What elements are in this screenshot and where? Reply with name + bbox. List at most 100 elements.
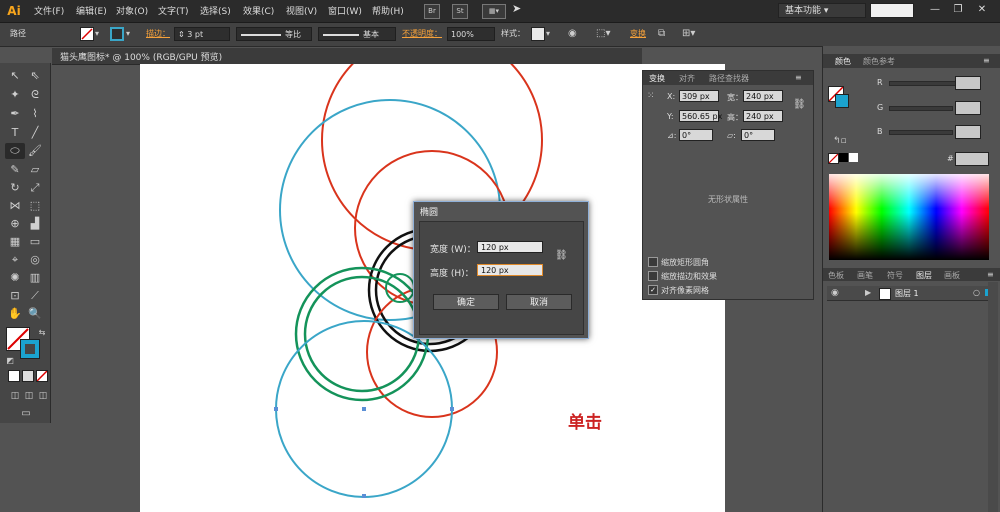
eyedropper-tool-icon[interactable]: ⌖ [7,252,23,268]
width-input[interactable]: 120 px [477,241,543,253]
menu-file[interactable]: 文件(F) [34,4,64,17]
height-input[interactable]: 120 px [477,264,543,276]
menu-window[interactable]: 窗口(W) [328,4,362,17]
y-field[interactable]: 560.65 px [679,110,722,122]
tab-brushes[interactable]: 画笔 [857,270,873,281]
anchor-left[interactable] [274,407,278,411]
default-colors-icon[interactable]: ◩ [2,353,18,369]
red-channel-field[interactable] [955,76,981,90]
free-transform-tool-icon[interactable]: ⬚ [27,198,43,214]
menu-effect[interactable]: 效果(C) [243,4,274,17]
stock-icon[interactable]: St [452,4,468,19]
ok-button[interactable]: 确定 [433,294,499,310]
arrange-documents-icon[interactable]: ▦▾ [482,4,506,19]
opacity-label[interactable]: 不透明度： [402,27,442,41]
white-color-swatch[interactable] [849,153,858,162]
tab-color-guide[interactable]: 颜色参考 [863,56,895,67]
document-tab[interactable]: 猫头鹰图标* @ 100% (RGB/GPU 预览) [52,48,642,65]
align-pixel-grid-checkbox[interactable]: ✓ [648,285,658,295]
swap-colors-icon[interactable]: ⇆ [34,325,50,341]
stroke-swatch[interactable] [110,27,124,41]
height-field[interactable]: 240 px [743,110,783,122]
options-icon[interactable]: ⊞▾ [682,27,695,41]
direct-selection-tool-icon[interactable]: ⇖ [27,68,43,84]
maximize-button[interactable]: ❐ [948,2,968,18]
mesh-tool-icon[interactable]: ▦ [7,234,23,250]
symbol-sprayer-tool-icon[interactable]: ✺ [7,270,23,286]
search-input[interactable] [870,3,914,18]
menu-select[interactable]: 选择(S) [200,4,231,17]
ellipse-tool-icon[interactable]: ⬭ [5,143,25,159]
tab-transform[interactable]: 变换 [649,73,665,84]
gradient-mode-icon[interactable] [22,370,34,382]
scale-tool-icon[interactable]: ⤢ [27,180,43,196]
layers-panel-menu-icon[interactable]: ≡ [987,270,994,279]
anchor-bottom[interactable] [362,494,366,498]
anchor-right[interactable] [450,407,454,411]
recolor-icon[interactable]: ◉ [568,27,577,41]
tab-color[interactable]: 颜色 [835,56,851,67]
target-icon[interactable]: ○ [973,288,980,297]
none-color-swatch[interactable] [828,153,839,164]
tab-symbols[interactable]: 符号 [887,270,903,281]
isolate-icon[interactable]: ⧉ [658,27,665,41]
tab-align[interactable]: 对齐 [679,73,695,84]
rotate-tool-icon[interactable]: ↻ [7,180,23,196]
center-point-handle[interactable] [362,407,366,411]
eraser-tool-icon[interactable]: ▱ [27,162,43,178]
layer-name[interactable]: 图层 1 [895,288,919,299]
stroke-label[interactable]: 描边： [146,27,170,41]
close-button[interactable]: ✕ [972,2,992,18]
stroke-color-swatch[interactable] [20,339,40,359]
green-channel-field[interactable] [955,101,981,115]
scale-corners-checkbox[interactable] [648,257,658,267]
style-dropdown-icon[interactable]: ▾ [546,27,550,41]
column-graph-tool-icon[interactable]: ▥ [27,270,43,286]
zoom-tool-icon[interactable]: 🔍 [27,306,43,322]
blue-channel-slider[interactable] [889,130,953,135]
curvature-tool-icon[interactable]: ⌇ [27,106,43,122]
stroke-weight-field[interactable]: ⇕ 3 pt [174,27,230,41]
bridge-icon[interactable]: Br [424,4,440,19]
lasso-tool-icon[interactable]: ᘓ [27,87,43,103]
fill-swatch[interactable] [80,27,94,41]
color-stroke-swatch[interactable] [835,94,849,108]
menu-object[interactable]: 对象(O) [116,4,148,17]
brush-definition[interactable]: 基本 [318,27,396,41]
variable-width-profile[interactable]: 等比 [236,27,312,41]
rotate-field[interactable]: 0° [679,129,713,141]
width-field[interactable]: 240 px [743,90,783,102]
tab-artboards[interactable]: 画板 [944,270,960,281]
opacity-field[interactable]: 100% [447,27,495,41]
shear-field[interactable]: 0° [741,129,775,141]
draw-inside-icon[interactable]: ◫ [35,388,51,404]
green-circle-inner[interactable] [303,275,421,393]
gradient-tool-icon[interactable]: ▭ [27,234,43,250]
menu-view[interactable]: 视图(V) [286,4,317,17]
layer-row[interactable]: ◉ ▶ 图层 1 ○ [827,286,997,301]
reference-point-icon[interactable]: ⁙ [647,91,655,101]
align-icon[interactable]: ⬚▾ [596,27,610,41]
visibility-eye-icon[interactable]: ◉ [831,288,839,298]
none-mode-icon[interactable] [36,370,48,382]
minimize-button[interactable]: — [925,2,945,18]
hand-tool-icon[interactable]: ✋ [7,306,23,322]
color-spectrum[interactable] [829,174,989,260]
scale-strokes-checkbox[interactable] [648,271,658,281]
type-tool-icon[interactable]: T [7,125,23,141]
hex-field[interactable] [955,152,989,166]
color-panel-menu-icon[interactable]: ≡ [983,56,990,65]
cancel-button[interactable]: 取消 [506,294,572,310]
width-tool-icon[interactable]: ⋈ [7,198,23,214]
selection-tool-icon[interactable]: ↖ [7,68,23,84]
menu-edit[interactable]: 编辑(E) [76,4,107,17]
layers-scrollbar[interactable] [988,282,998,512]
stroke-dropdown-icon[interactable]: ▾ [126,27,130,41]
menu-help[interactable]: 帮助(H) [372,4,404,17]
panel-menu-icon[interactable]: ≡ [795,73,802,82]
shape-builder-tool-icon[interactable]: ⊕ [7,216,23,232]
black-color-swatch[interactable] [839,153,848,162]
pen-tool-icon[interactable]: ✒ [7,106,23,122]
slice-tool-icon[interactable]: ⟋ [27,288,43,304]
x-field[interactable]: 309 px [679,90,719,102]
